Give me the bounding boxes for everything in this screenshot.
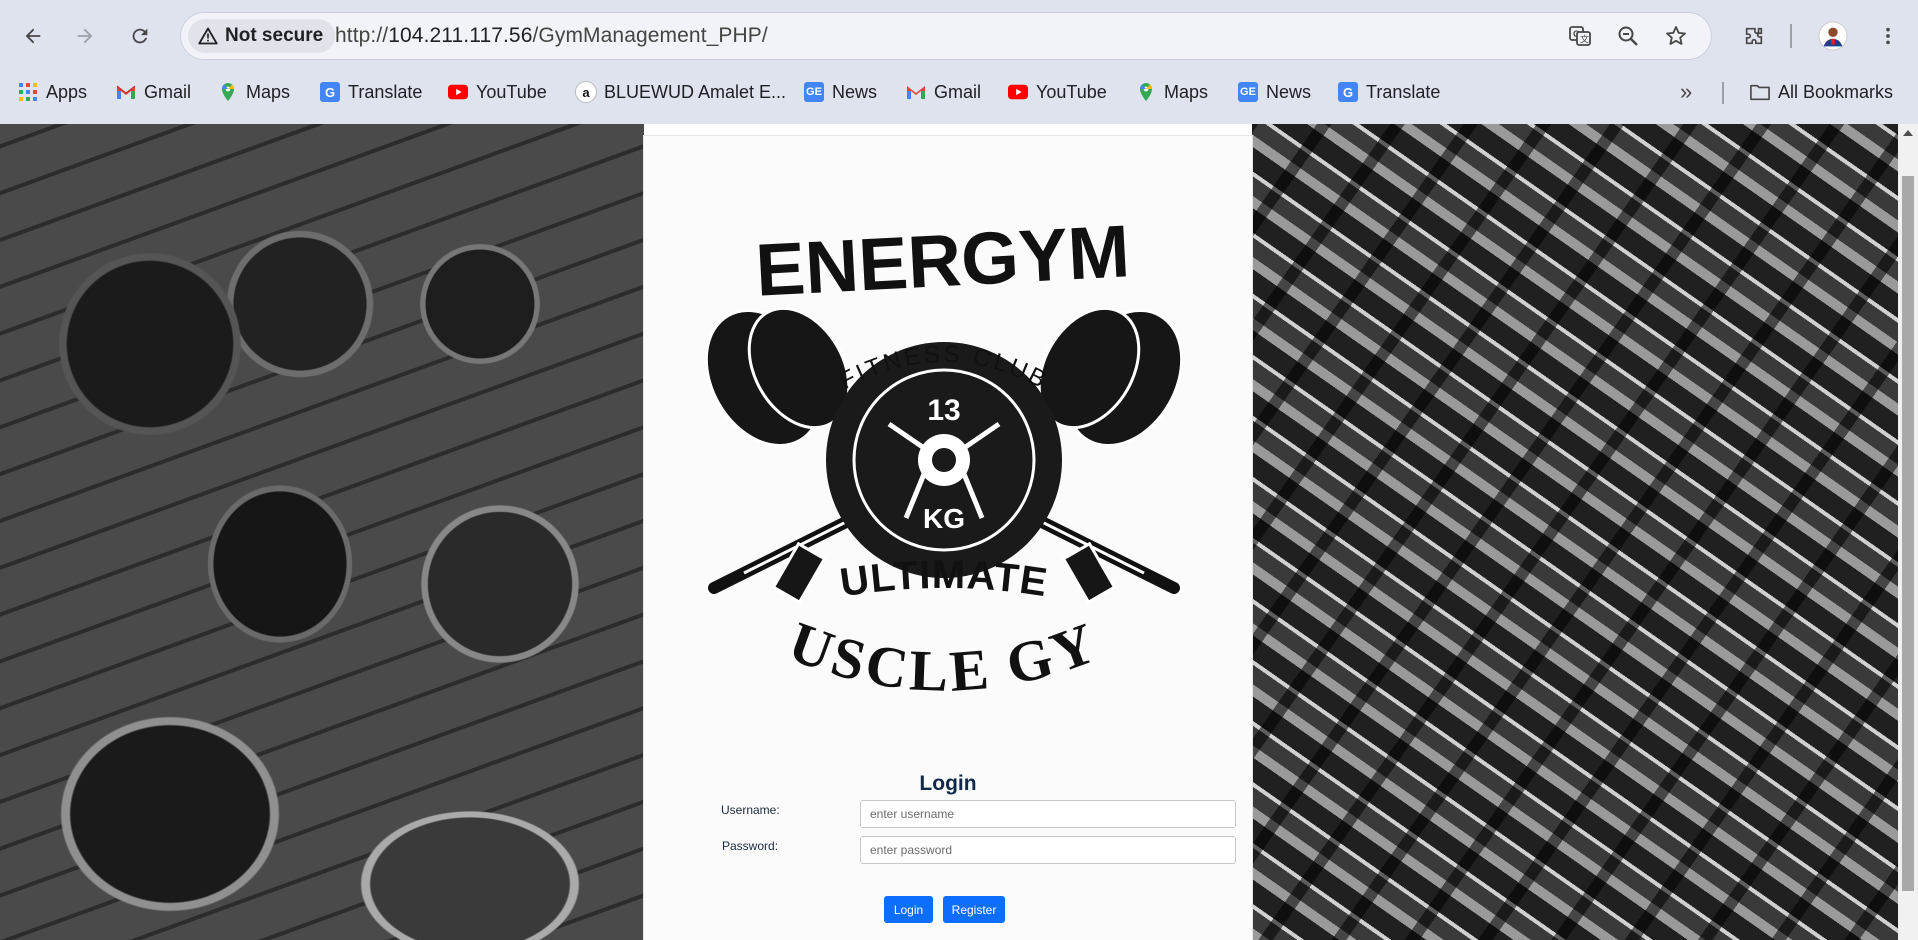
security-chip[interactable]: Not secure bbox=[188, 19, 336, 53]
menu-button[interactable] bbox=[1870, 18, 1906, 54]
gym-logo: 13 KG ENERGYM FITNESS CLUB ULTIMATE MUSC… bbox=[684, 198, 1184, 704]
bookmark-label: News bbox=[832, 81, 878, 102]
bookmark-label: Maps bbox=[246, 81, 291, 102]
security-label: Not secure bbox=[225, 25, 324, 46]
logo-line1: ULTIMATE bbox=[837, 553, 1050, 605]
amazon-icon: a bbox=[576, 82, 596, 102]
bookmarks-overflow-button[interactable]: » bbox=[1680, 78, 1692, 106]
address-bar[interactable]: Not secure http://104.211.117.56/GymMana… bbox=[180, 12, 1712, 60]
translate-icon: G bbox=[1338, 82, 1358, 102]
bookmark-news-2[interactable]: GE News bbox=[1238, 78, 1311, 106]
star-icon bbox=[1666, 26, 1686, 45]
bookmark-label: Gmail bbox=[934, 81, 982, 102]
navigation-bar: Not secure http://104.211.117.56/GymMana… bbox=[0, 10, 1918, 62]
bookmark-gmail[interactable]: Gmail bbox=[116, 78, 191, 106]
translate-page-button[interactable]: G文 bbox=[1566, 22, 1594, 50]
bookmark-youtube[interactable]: YouTube bbox=[448, 78, 547, 106]
maps-icon bbox=[218, 82, 238, 102]
bookmark-label: Translate bbox=[1366, 81, 1441, 102]
youtube-icon bbox=[1008, 82, 1028, 102]
youtube-icon bbox=[448, 82, 468, 102]
bookmark-apps[interactable]: Apps bbox=[18, 78, 87, 106]
zoom-out-icon bbox=[1618, 26, 1638, 46]
maps-icon bbox=[1136, 82, 1156, 102]
gmail-icon bbox=[906, 82, 926, 102]
arrow-right-icon bbox=[77, 28, 93, 44]
bookmark-label: BLUEWUD Amalet E... bbox=[604, 81, 787, 102]
bookmark-label: YouTube bbox=[476, 81, 547, 102]
username-label: Username: bbox=[721, 803, 780, 817]
profile-button[interactable] bbox=[1815, 18, 1851, 54]
reload-icon bbox=[132, 28, 148, 44]
avatar bbox=[1818, 21, 1848, 51]
url-host: 104.211.117.56 bbox=[388, 24, 533, 47]
all-bookmarks-button[interactable]: All Bookmarks bbox=[1750, 78, 1893, 106]
bookmark-gmail-2[interactable]: Gmail bbox=[906, 78, 981, 106]
page-scrollbar[interactable] bbox=[1898, 124, 1918, 940]
bookmark-star-button[interactable] bbox=[1662, 22, 1690, 50]
extensions-button[interactable] bbox=[1736, 18, 1772, 54]
bookmark-label: Apps bbox=[46, 81, 88, 102]
svg-text:文: 文 bbox=[1580, 34, 1589, 45]
reload-button[interactable] bbox=[122, 18, 158, 54]
zoom-button[interactable] bbox=[1614, 22, 1642, 50]
password-input[interactable] bbox=[860, 836, 1236, 864]
bookmark-label: Translate bbox=[348, 81, 423, 102]
translate-icon: G bbox=[320, 82, 340, 102]
scroll-thumb[interactable] bbox=[1902, 176, 1914, 891]
gym-background-left bbox=[0, 124, 644, 940]
gym-background-right bbox=[1252, 124, 1898, 940]
web-page: 13 KG ENERGYM FITNESS CLUB ULTIMATE MUSC… bbox=[0, 124, 1898, 940]
toolbar-divider bbox=[1790, 24, 1792, 48]
bookmark-news[interactable]: GE News bbox=[804, 78, 877, 106]
url-path: /GymManagement_PHP/ bbox=[532, 24, 768, 47]
bookmark-maps-2[interactable]: Maps bbox=[1136, 78, 1208, 106]
warning-triangle-icon bbox=[198, 27, 218, 45]
bookmark-bluewud[interactable]: a BLUEWUD Amalet E... bbox=[576, 78, 786, 106]
password-label: Password: bbox=[722, 839, 779, 853]
apps-grid-icon bbox=[18, 82, 38, 102]
bookmark-label: Gmail bbox=[144, 81, 192, 102]
folder-icon bbox=[1750, 82, 1770, 102]
translate-icon: G文 bbox=[1569, 26, 1591, 46]
gmail-icon bbox=[116, 82, 136, 102]
scroll-up-arrow-icon[interactable] bbox=[1903, 130, 1913, 136]
login-button[interactable]: Login bbox=[884, 896, 933, 923]
news-icon: GE bbox=[804, 82, 824, 102]
plate-unit: KG bbox=[923, 503, 965, 534]
plate-number: 13 bbox=[927, 394, 960, 427]
bookmarks-divider bbox=[1722, 82, 1724, 104]
puzzle-piece-icon bbox=[1745, 27, 1763, 45]
bookmark-label: All Bookmarks bbox=[1778, 81, 1894, 102]
login-title: Login bbox=[919, 772, 977, 795]
bookmark-maps[interactable]: Maps bbox=[218, 78, 290, 106]
logo-brand: ENERGYM bbox=[754, 209, 1132, 311]
register-button[interactable]: Register bbox=[943, 896, 1005, 923]
kebab-menu-icon bbox=[1886, 27, 1890, 45]
news-icon: GE bbox=[1238, 82, 1258, 102]
bookmark-translate[interactable]: G Translate bbox=[320, 78, 422, 106]
back-button[interactable] bbox=[15, 18, 51, 54]
bookmark-label: YouTube bbox=[1036, 81, 1107, 102]
url-scheme: http:// bbox=[335, 24, 389, 47]
bookmark-youtube-2[interactable]: YouTube bbox=[1008, 78, 1107, 106]
browser-chrome: Not secure http://104.211.117.56/GymMana… bbox=[0, 0, 1918, 124]
bookmark-label: Maps bbox=[1164, 81, 1209, 102]
bookmarks-bar: Apps Gmail Maps G Translate YouTube a BL… bbox=[0, 72, 1918, 112]
bookmark-label: News bbox=[1266, 81, 1312, 102]
forward-button[interactable] bbox=[67, 18, 103, 54]
url-text[interactable]: http://104.211.117.56/GymManagement_PHP/ bbox=[335, 24, 768, 48]
login-panel: 13 KG ENERGYM FITNESS CLUB ULTIMATE MUSC… bbox=[644, 136, 1252, 940]
arrow-left-icon bbox=[25, 28, 41, 44]
bookmark-translate-2[interactable]: G Translate bbox=[1338, 78, 1440, 106]
chevron-double-right-icon: » bbox=[1680, 79, 1693, 104]
username-input[interactable] bbox=[860, 800, 1236, 828]
